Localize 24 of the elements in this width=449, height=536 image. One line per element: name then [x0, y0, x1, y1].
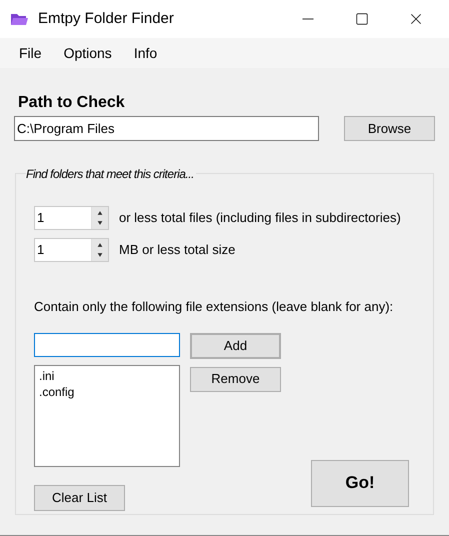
add-button[interactable]: Add	[190, 332, 281, 358]
maximize-icon[interactable]	[355, 12, 369, 26]
menu-item[interactable]: Options	[56, 42, 119, 64]
menu-item[interactable]: File	[12, 42, 49, 64]
go-button[interactable]: Go!	[311, 460, 409, 506]
path-field[interactable]: C:\Program Files	[14, 116, 319, 141]
menu-item[interactable]: Info	[126, 42, 164, 64]
section-heading: Path to Check	[18, 94, 126, 112]
number-spinner[interactable]: 1	[34, 238, 109, 262]
spinner-label: MB or less total size	[119, 241, 236, 260]
clear-list-button[interactable]: Clear List	[34, 484, 125, 510]
spinner-value: 1	[36, 209, 46, 228]
spinner-value: 1	[36, 241, 46, 260]
browse-button[interactable]: Browse	[344, 116, 435, 141]
extension-list[interactable]: .ini .config	[34, 364, 180, 466]
extension-field[interactable]	[34, 332, 180, 356]
list-item[interactable]: .ini	[39, 368, 179, 384]
window-title: Emtpy Folder Finder	[38, 8, 174, 29]
remove-button[interactable]: Remove	[190, 366, 281, 392]
folder-icon	[10, 12, 28, 26]
extensions-label: Contain only the following file extensions (leave blank for any):	[34, 298, 394, 316]
number-spinner[interactable]: 1	[34, 206, 109, 230]
spinner-label: or less total files (including files in subdirectories)	[119, 209, 401, 228]
list-item[interactable]: .config	[39, 384, 179, 400]
